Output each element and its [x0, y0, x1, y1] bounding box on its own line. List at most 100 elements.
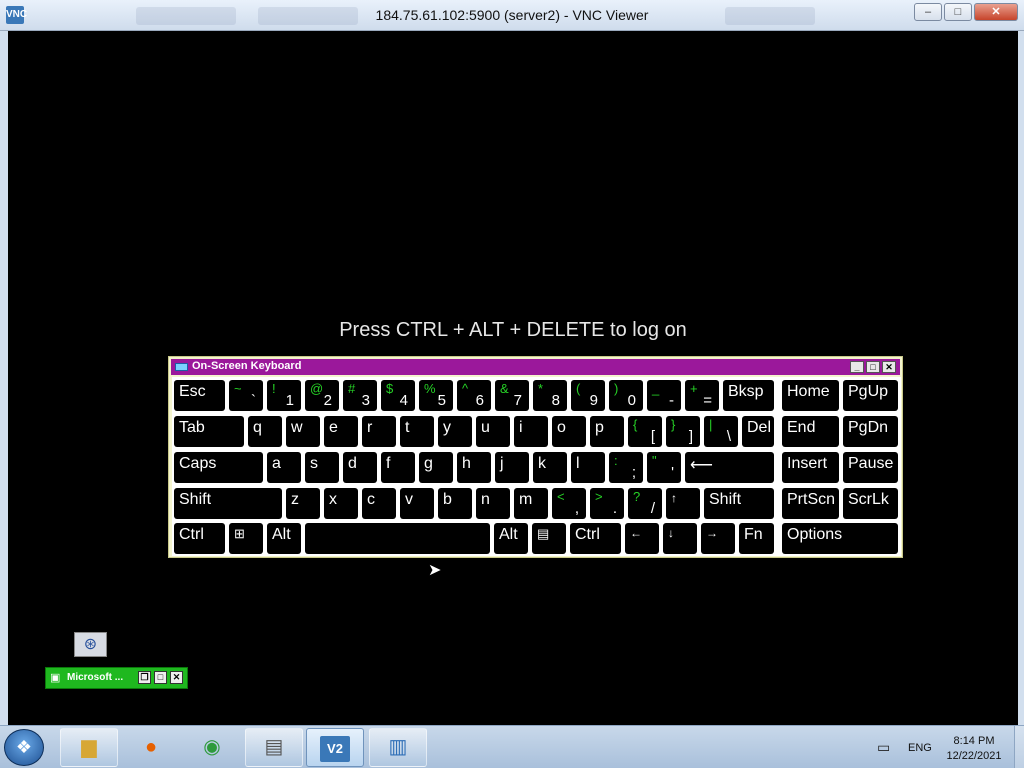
key-i[interactable]: i [514, 416, 548, 447]
vnc-title-bar[interactable]: VNC 184.75.61.102:5900 (server2) - VNC V… [0, 0, 1024, 31]
key-a[interactable]: a [267, 452, 301, 483]
key-q[interactable]: q [248, 416, 282, 447]
key-down-arrow[interactable]: ↓ [663, 523, 697, 554]
osk-title-bar[interactable]: On-Screen Keyboard _ □ ✕ [171, 359, 900, 375]
key-e[interactable]: e [324, 416, 358, 447]
key-g[interactable]: g [419, 452, 453, 483]
key-t[interactable]: t [400, 416, 434, 447]
restore-button[interactable]: ❐ [138, 671, 151, 684]
show-desktop-button[interactable] [1014, 726, 1024, 768]
language-indicator[interactable]: ENG [908, 742, 932, 754]
key-c[interactable]: c [362, 488, 396, 519]
key-backspace[interactable]: Bksp [723, 380, 774, 411]
key-l[interactable]: l [571, 452, 605, 483]
key-pgup[interactable]: PgUp [843, 380, 898, 411]
key-shift-right[interactable]: Shift [704, 488, 774, 519]
key-d[interactable]: d [343, 452, 377, 483]
key-z[interactable]: z [286, 488, 320, 519]
file-explorer-icon[interactable]: ▆ [60, 728, 118, 767]
key-6[interactable]: ^ 6 [457, 380, 491, 411]
key-equals[interactable]: + = [685, 380, 719, 411]
vnc-viewer-icon[interactable]: V2 [306, 728, 364, 767]
key-v[interactable]: v [400, 488, 434, 519]
firefox-icon[interactable]: ● [122, 728, 180, 767]
key-9[interactable]: (9 [571, 380, 605, 411]
key-s[interactable]: s [305, 452, 339, 483]
key-space[interactable] [305, 523, 490, 554]
key-alt-right[interactable]: Alt [494, 523, 528, 554]
key-3[interactable]: #3 [343, 380, 377, 411]
remote-desktop-icon[interactable]: ▥ [369, 728, 427, 767]
key-semicolon[interactable]: :; [609, 452, 643, 483]
key-ctrl-right[interactable]: Ctrl [570, 523, 621, 554]
close-button[interactable]: ✕ [170, 671, 183, 684]
key-y[interactable]: y [438, 416, 472, 447]
key-tab[interactable]: Tab [174, 416, 244, 447]
minimize-button[interactable]: – [914, 3, 942, 21]
key-ctrl-left[interactable]: Ctrl [174, 523, 225, 554]
key-alt-left[interactable]: Alt [267, 523, 301, 554]
key-esc[interactable]: Esc [174, 380, 225, 411]
key-comma[interactable]: <, [552, 488, 586, 519]
remote-desktop-shortcut-icon[interactable]: ⊛ [74, 632, 107, 657]
key-4[interactable]: $4 [381, 380, 415, 411]
minimized-window[interactable]: ▣ Microsoft ... ❐ □ ✕ [45, 667, 188, 689]
key-h[interactable]: h [457, 452, 491, 483]
key-b[interactable]: b [438, 488, 472, 519]
key-minus[interactable]: _ - [647, 380, 681, 411]
key-left-arrow[interactable]: ← [625, 523, 659, 554]
key-enter[interactable]: ⟵ [685, 452, 774, 483]
key-right-brace[interactable]: }] [666, 416, 700, 447]
key-pgdn[interactable]: PgDn [843, 416, 898, 447]
key-2[interactable]: @2 [305, 380, 339, 411]
key-slash[interactable]: ? / [628, 488, 662, 519]
key-r[interactable]: r [362, 416, 396, 447]
key-menu[interactable]: ▤ [532, 523, 566, 554]
key-end[interactable]: End [782, 416, 839, 447]
key-prtscn[interactable]: PrtScn [782, 488, 839, 519]
key-n[interactable]: n [476, 488, 510, 519]
osk-maximize-button[interactable]: □ [866, 361, 880, 373]
key-1[interactable]: ! 1 [267, 380, 301, 411]
key-caps[interactable]: Caps [174, 452, 263, 483]
key-5[interactable]: % 5 [419, 380, 453, 411]
osk-minimize-button[interactable]: _ [850, 361, 864, 373]
key-x[interactable]: x [324, 488, 358, 519]
key-home[interactable]: Home [782, 380, 839, 411]
chrome-icon[interactable]: ◉ [183, 728, 241, 767]
key-backslash[interactable]: | \ [704, 416, 738, 447]
key-tilde[interactable]: ~ ` [229, 380, 263, 411]
key-p[interactable]: p [590, 416, 624, 447]
key-8[interactable]: * 8 [533, 380, 567, 411]
key-k[interactable]: k [533, 452, 567, 483]
maximize-button[interactable]: □ [154, 671, 167, 684]
key-period[interactable]: >. [590, 488, 624, 519]
key-up-arrow[interactable]: ↑ [666, 488, 700, 519]
key-options[interactable]: Options [782, 523, 898, 554]
key-windows[interactable]: ⊞ [229, 523, 263, 554]
key-m[interactable]: m [514, 488, 548, 519]
key-0[interactable]: ) 0 [609, 380, 643, 411]
key-left-brace[interactable]: {[ [628, 416, 662, 447]
key-quote[interactable]: " ' [647, 452, 681, 483]
key-shift-left[interactable]: Shift [174, 488, 282, 519]
key-delete[interactable]: Del [742, 416, 774, 447]
key-fn[interactable]: Fn [739, 523, 774, 554]
key-w[interactable]: w [286, 416, 320, 447]
key-scrlk[interactable]: ScrLk [843, 488, 898, 519]
windows-start-icon[interactable]: ❖ [4, 729, 44, 766]
key-u[interactable]: u [476, 416, 510, 447]
key-j[interactable]: j [495, 452, 529, 483]
image-viewer-icon[interactable]: ▤ [245, 728, 303, 767]
key-pause[interactable]: Pause [843, 452, 898, 483]
osk-close-button[interactable]: ✕ [882, 361, 896, 373]
key-7[interactable]: & 7 [495, 380, 529, 411]
clock[interactable]: 8:14 PM 12/22/2021 [941, 734, 1007, 764]
key-right-arrow[interactable]: → [701, 523, 735, 554]
maximize-button[interactable]: □ [944, 3, 972, 21]
network-icon[interactable]: ▭ [877, 739, 890, 756]
key-f[interactable]: f [381, 452, 415, 483]
key-insert[interactable]: Insert [782, 452, 839, 483]
close-button[interactable]: ✕ [974, 3, 1018, 21]
key-o[interactable]: o [552, 416, 586, 447]
